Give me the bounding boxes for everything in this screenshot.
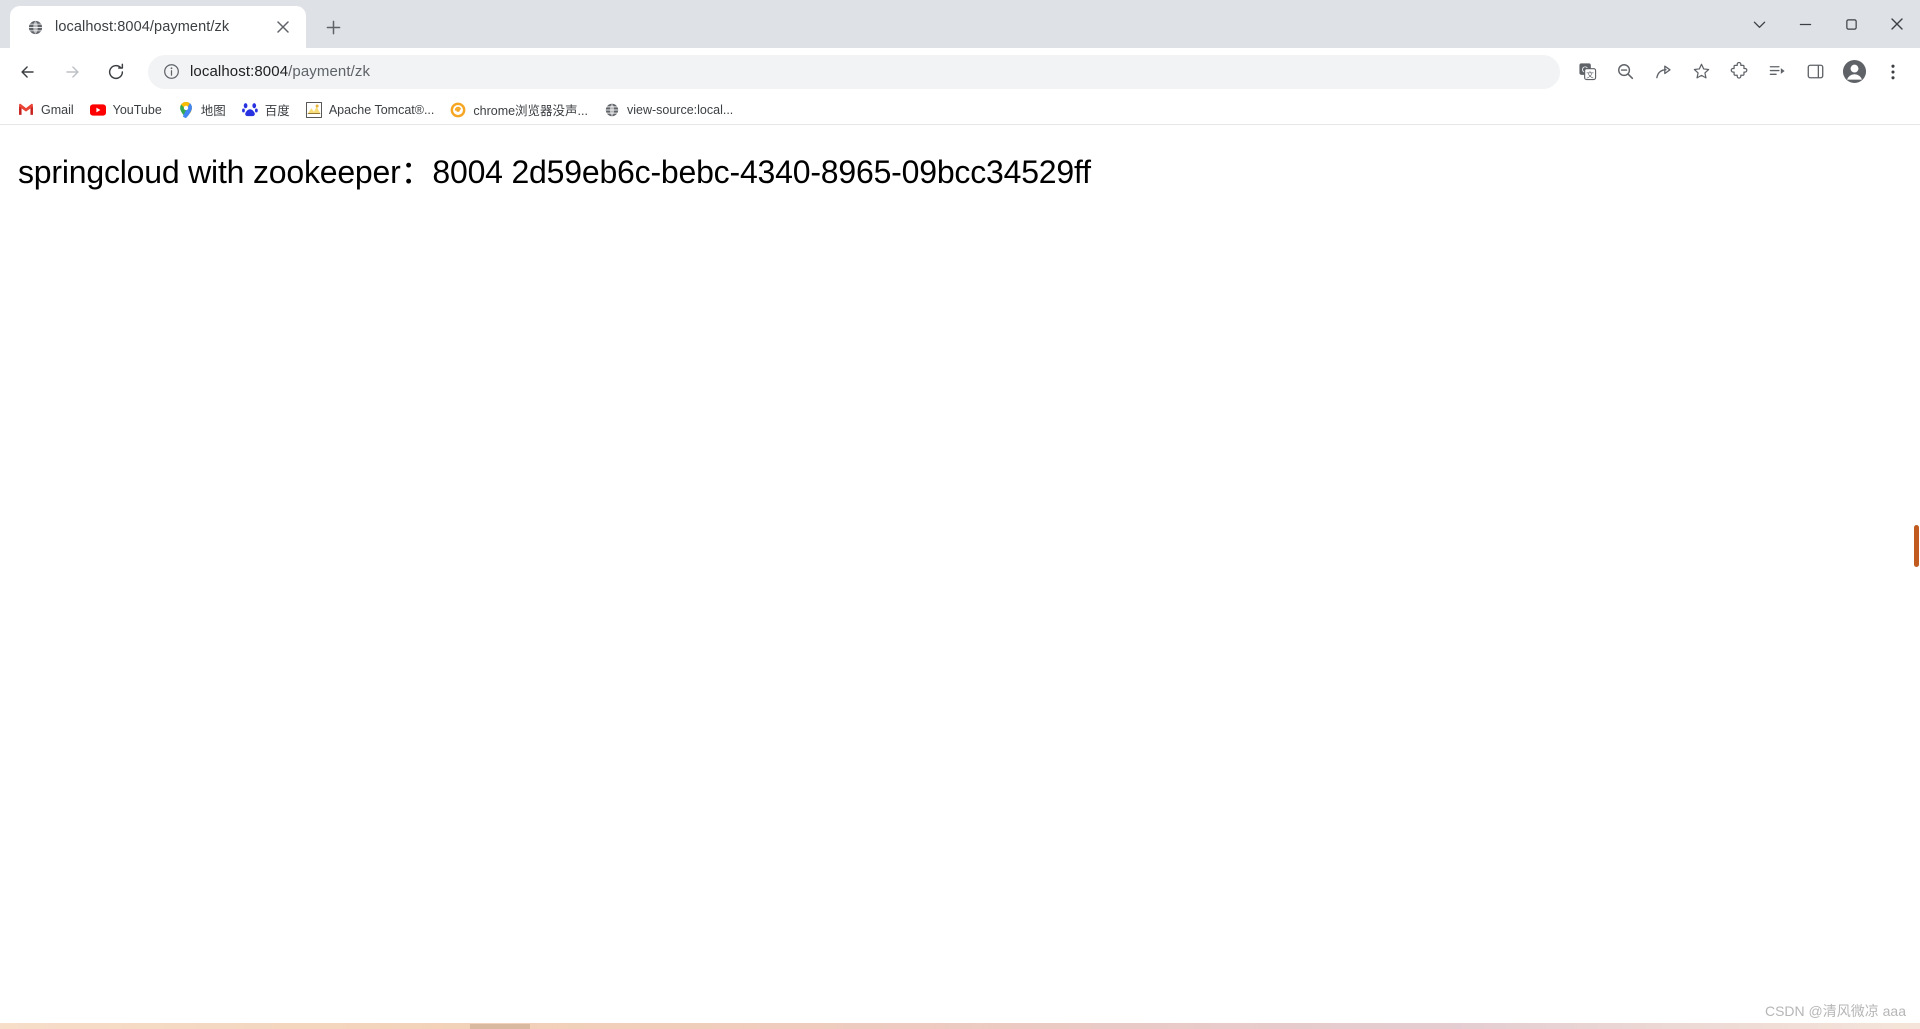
bookmark-label: Apache Tomcat®... xyxy=(328,102,435,117)
scrollbar-thumb[interactable] xyxy=(1914,525,1919,567)
youtube-icon xyxy=(89,102,106,118)
baidu-icon xyxy=(241,102,258,118)
close-window-button[interactable] xyxy=(1874,0,1920,48)
watermark: CSDN @清风微凉 aaa xyxy=(1764,1003,1906,1019)
url-text: localhost:8004/payment/zk xyxy=(190,63,370,80)
bookmark-label: 地图 xyxy=(200,104,226,118)
vertical-scrollbar[interactable] xyxy=(1913,125,1920,1029)
tab-close-icon[interactable] xyxy=(272,16,294,38)
svg-text:文: 文 xyxy=(1586,69,1594,79)
reload-button[interactable] xyxy=(99,55,133,89)
bookmark-chrome-sound[interactable]: chrome浏览器没声... xyxy=(442,96,596,123)
minimize-button[interactable] xyxy=(1782,0,1828,48)
bookmark-star-icon[interactable] xyxy=(1686,57,1716,87)
tab-strip: localhost:8004/payment/zk xyxy=(0,0,1920,48)
globe-icon xyxy=(26,18,44,36)
profile-avatar[interactable] xyxy=(1839,57,1869,87)
taskbar-notch xyxy=(470,1024,530,1029)
url-host: localhost:8004 xyxy=(190,63,289,80)
google-maps-icon xyxy=(178,101,194,118)
chrome-sound-icon xyxy=(450,102,466,118)
extensions-puzzle-icon[interactable] xyxy=(1724,57,1754,87)
bookmark-label: YouTube xyxy=(112,102,162,117)
maximize-button[interactable] xyxy=(1828,0,1874,48)
new-tab-button[interactable] xyxy=(316,10,350,44)
gmail-icon xyxy=(18,102,34,118)
tomcat-icon xyxy=(305,101,322,118)
page-viewport: springcloud with zookeeper：8004 2d59eb6c… xyxy=(0,125,1920,1029)
bookmark-baidu[interactable]: 百度 xyxy=(234,96,298,123)
side-panel-icon[interactable] xyxy=(1800,57,1830,87)
bookmark-gmail[interactable]: Gmail xyxy=(10,98,82,122)
bookmark-apache-tomcat[interactable]: Apache Tomcat®... xyxy=(298,98,443,122)
browser-menu-button[interactable] xyxy=(1878,57,1908,87)
bookmarks-bar: Gmail YouTube 地图 百度 Apache Tomcat®... ch… xyxy=(0,95,1920,125)
taskbar-strip xyxy=(0,1023,1920,1029)
globe-icon xyxy=(604,102,620,118)
info-icon[interactable] xyxy=(162,63,180,81)
tab-search-button[interactable] xyxy=(1736,0,1782,48)
address-bar[interactable]: localhost:8004/payment/zk xyxy=(148,54,1560,89)
bookmark-label: 百度 xyxy=(264,104,290,118)
bookmark-label: Gmail xyxy=(41,102,74,117)
share-icon[interactable] xyxy=(1648,57,1678,87)
bookmark-view-source[interactable]: view-source:local... xyxy=(596,98,741,122)
page-title: springcloud with zookeeper：8004 2d59eb6c… xyxy=(18,154,1091,190)
zoom-icon[interactable] xyxy=(1610,57,1640,87)
url-path: /payment/zk xyxy=(288,63,371,80)
bookmark-maps[interactable]: 地图 xyxy=(170,96,234,123)
back-button[interactable] xyxy=(11,55,45,89)
forward-button xyxy=(55,55,89,89)
bookmark-label: chrome浏览器没声... xyxy=(473,104,588,118)
reading-list-icon[interactable] xyxy=(1762,57,1792,87)
window-controls xyxy=(1736,0,1920,48)
bookmark-youtube[interactable]: YouTube xyxy=(82,98,170,122)
bookmark-label: view-source:local... xyxy=(626,102,734,117)
browser-tab[interactable]: localhost:8004/payment/zk xyxy=(10,6,306,48)
tab-title: localhost:8004/payment/zk xyxy=(55,19,230,35)
browser-window: localhost:8004/payment/zk localhost:8004… xyxy=(0,0,1920,1029)
browser-toolbar: localhost:8004/payment/zk G 文 xyxy=(0,48,1920,95)
translate-icon[interactable]: G 文 xyxy=(1572,57,1602,87)
